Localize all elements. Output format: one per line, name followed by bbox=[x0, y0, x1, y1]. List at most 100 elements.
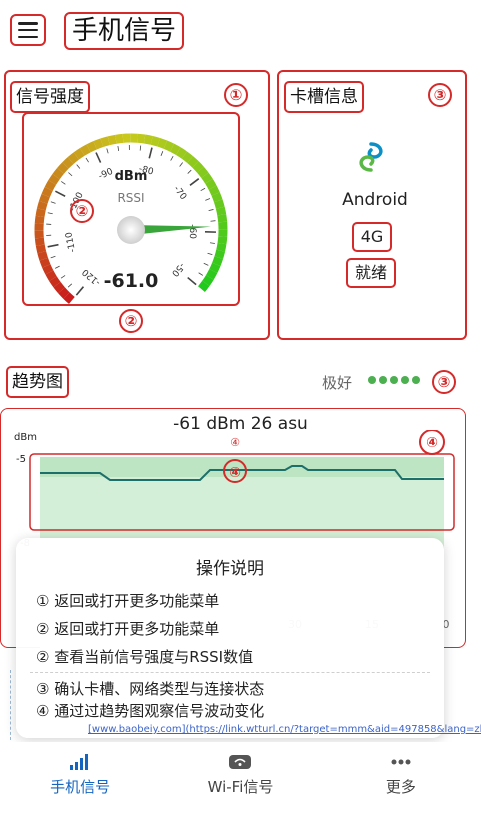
gauge-arc-segment bbox=[170, 143, 181, 156]
gauge-arc-segment bbox=[198, 280, 210, 293]
gauge-major-tick bbox=[187, 276, 197, 286]
gauge-arc-segment bbox=[205, 269, 218, 280]
gauge-minor-tick bbox=[85, 157, 89, 163]
connection-state-badge: 就绪 bbox=[346, 258, 396, 288]
dashed-guide bbox=[10, 670, 12, 740]
gauge-arc-segment bbox=[137, 133, 146, 144]
chart-y-unit: dBm bbox=[14, 432, 37, 443]
gauge-arc-segment bbox=[63, 292, 75, 304]
help-line-1: ① 返回或打开更多功能菜单 bbox=[36, 592, 220, 610]
help-line-2: ② 返回或打开更多功能菜单 bbox=[36, 620, 220, 638]
gauge-arc-segment bbox=[44, 180, 57, 191]
marker-1: ① bbox=[224, 83, 248, 107]
gauge-arc-segment bbox=[73, 148, 85, 160]
gauge-major-tick bbox=[148, 147, 153, 159]
wifi-icon bbox=[229, 755, 252, 769]
help-line-3: ② 查看当前信号强度与RSSI数值 bbox=[36, 648, 254, 666]
marker-4-chart: ④ bbox=[229, 465, 241, 481]
gauge-arc-segment bbox=[53, 282, 65, 294]
menu-button[interactable] bbox=[10, 14, 46, 46]
gauge-minor-tick bbox=[203, 262, 209, 266]
marker-3: ③ bbox=[428, 83, 452, 107]
gauge-tick-label: -110 bbox=[64, 231, 78, 253]
more-dots-icon bbox=[391, 759, 411, 765]
gauge-arc-segment bbox=[57, 162, 69, 174]
marker-2: ② bbox=[119, 309, 143, 333]
gauge-arc-segment bbox=[212, 256, 224, 267]
gauge-minor-tick bbox=[68, 172, 73, 177]
gauge-major-tick bbox=[95, 152, 102, 163]
gauge-arc-segment bbox=[86, 141, 97, 153]
nav-label-phone-signal: 手机信号 bbox=[50, 778, 111, 796]
gauge-arc-segment bbox=[38, 193, 50, 204]
gauge-minor-tick bbox=[209, 242, 215, 244]
gauge-arc-segment bbox=[48, 173, 60, 185]
gauge-arc-segment bbox=[37, 251, 49, 261]
sim-name: Android bbox=[342, 190, 408, 210]
gauge-hub bbox=[117, 216, 145, 244]
trend-label: 趋势图 bbox=[6, 366, 69, 398]
gauge-arc-segment bbox=[176, 147, 188, 159]
gauge-minor-tick bbox=[50, 201, 56, 204]
signal-quality-dots bbox=[368, 371, 420, 384]
gauge-arc-segment bbox=[211, 192, 223, 203]
gauge-arc-segment bbox=[209, 262, 221, 274]
nav-item-wifi-signal[interactable]: Wi-Fi信号 bbox=[160, 742, 320, 813]
gauge-minor-tick bbox=[67, 283, 73, 288]
gauge-arc-segment bbox=[217, 236, 228, 245]
gauge-minor-tick bbox=[61, 181, 66, 185]
bottom-nav: 手机信号 Wi-Fi信号 更多 bbox=[0, 742, 481, 813]
gauge-arc-segment bbox=[205, 178, 217, 190]
gauge-arc-segment bbox=[35, 208, 46, 218]
nav-label-more: 更多 bbox=[385, 778, 416, 796]
chart-y-tick-top: -5 bbox=[16, 454, 26, 465]
gauge-arc-segment bbox=[201, 172, 213, 184]
signal-strength-label: 信号强度 bbox=[10, 81, 90, 113]
gauge-arc-segment bbox=[187, 156, 199, 168]
gauge-arc-segment bbox=[107, 134, 117, 146]
gauge-arc-segment bbox=[217, 214, 228, 223]
marker-2-inner: ② bbox=[70, 199, 94, 223]
nav-item-phone-signal[interactable]: 手机信号 bbox=[0, 742, 160, 813]
gauge-minor-tick bbox=[47, 212, 53, 215]
help-divider bbox=[30, 672, 430, 673]
gauge-tick-label: -90 bbox=[97, 167, 115, 182]
gauge-arc-segment bbox=[115, 133, 124, 144]
gauge-minor-tick bbox=[198, 272, 204, 276]
gauge-arc-segment bbox=[192, 161, 204, 173]
gauge-minor-tick bbox=[50, 255, 56, 259]
help-line-5: ④ 通过过趋势图观察信号波动变化 bbox=[36, 702, 265, 720]
marker-4-right: ④ bbox=[426, 435, 438, 451]
gauge-arc-segment bbox=[39, 257, 51, 268]
gauge-minor-tick bbox=[117, 145, 120, 152]
gauge-arc-segment bbox=[181, 151, 194, 163]
help-link[interactable]: [www.baobeiy.com](https://link.wtturl.cn… bbox=[88, 724, 481, 735]
gauge-arc-segment bbox=[34, 237, 45, 246]
marker-4-small: ④ bbox=[230, 436, 240, 449]
gauge-arc-segment bbox=[157, 137, 168, 149]
gauge-arc-segment bbox=[150, 135, 161, 147]
gauge-tick-label: -50 bbox=[169, 260, 186, 278]
gauge-arc-segment bbox=[93, 138, 104, 150]
gauge-arc-segment bbox=[214, 249, 226, 260]
gauge-unit: dBm bbox=[115, 169, 148, 184]
gauge-arc-segment bbox=[100, 136, 110, 148]
gauge-arc-segment bbox=[202, 275, 214, 287]
gauge-arc-segment bbox=[163, 140, 175, 152]
gauge-arc-segment bbox=[216, 242, 227, 252]
gauge-arc-segment bbox=[213, 199, 225, 209]
gauge-minor-tick bbox=[187, 169, 192, 174]
network-type-badge: 4G bbox=[352, 222, 392, 252]
hamburger-icon bbox=[18, 22, 38, 38]
gauge-arc-segment bbox=[36, 200, 48, 211]
gauge-minor-tick bbox=[106, 148, 109, 154]
gauge-arc-segment bbox=[67, 152, 79, 164]
gauge-minor-tick bbox=[179, 162, 183, 167]
nav-item-more[interactable]: 更多 bbox=[321, 742, 481, 813]
signal-bars-icon bbox=[70, 754, 89, 770]
help-panel: 操作说明 ① 返回或打开更多功能菜单 ② 返回或打开更多功能菜单 ② 查看当前信… bbox=[16, 538, 481, 738]
gauge-arc-segment bbox=[35, 244, 47, 254]
carrier-logo-icon bbox=[356, 142, 386, 176]
sim-slot-label: 卡槽信息 bbox=[284, 81, 364, 113]
gauge-minor-tick bbox=[205, 198, 211, 201]
